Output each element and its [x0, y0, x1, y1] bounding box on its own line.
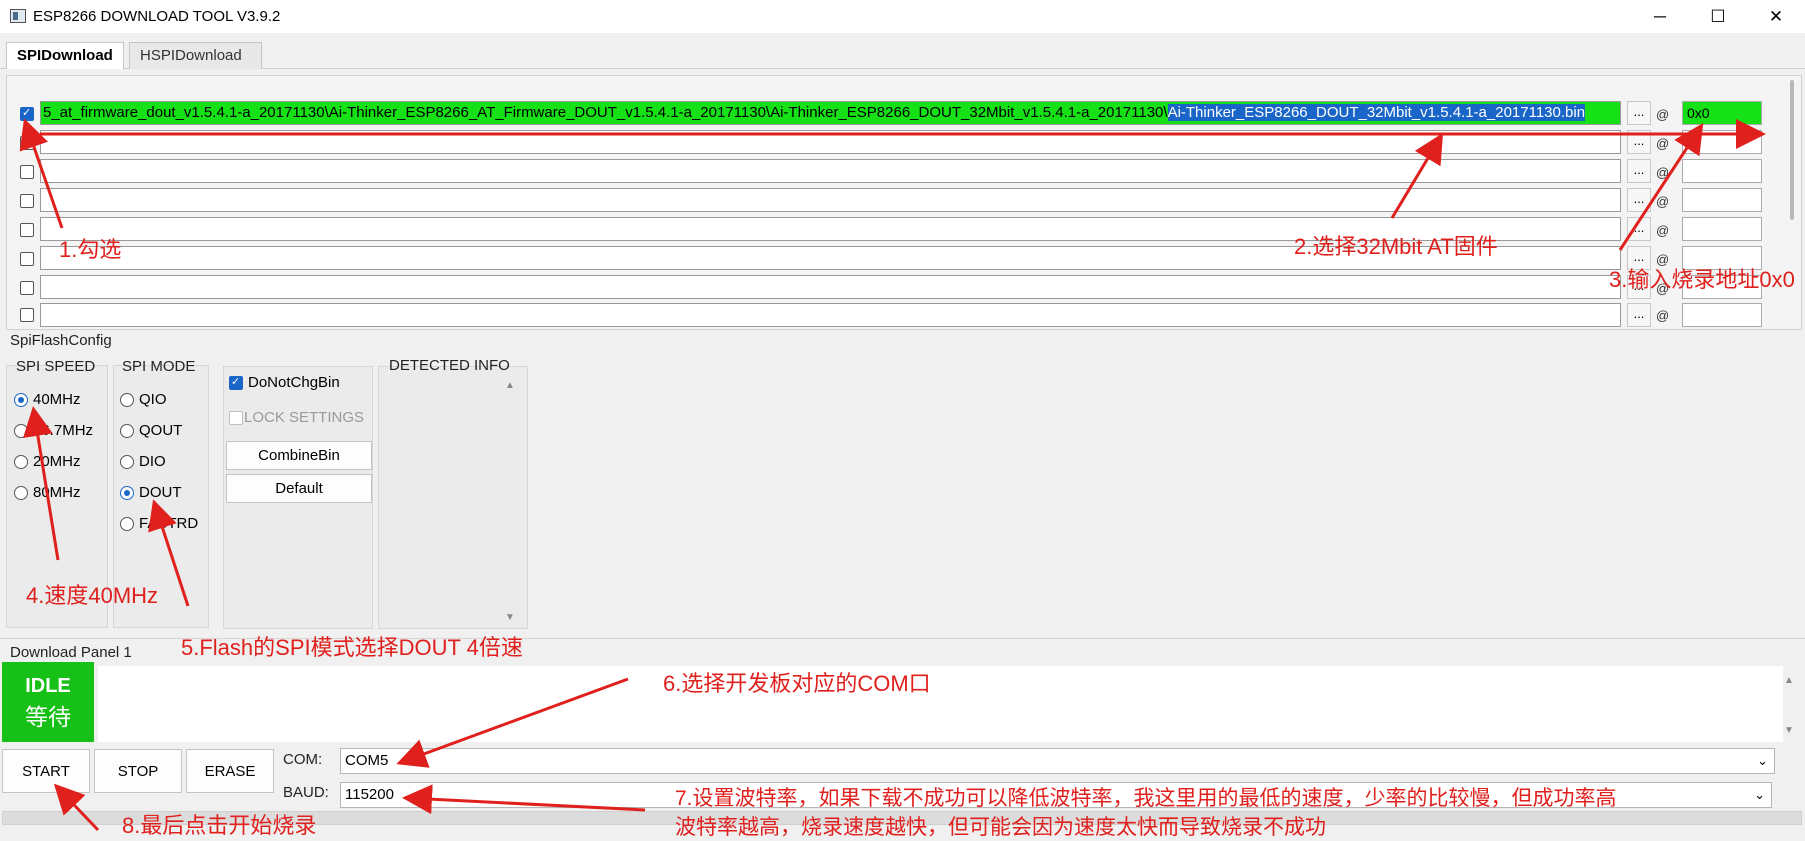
annotation-5: 5.Flash的SPI模式选择DOUT 4倍速 — [181, 635, 523, 660]
annotation-3: 3.输入烧录地址0x0 — [1609, 267, 1795, 292]
annotation-7b: 波特率越高，烧录速度越快，但可能会因为速度太快而导致烧录不成功 — [675, 816, 1326, 839]
arrow-8 — [53, 783, 100, 832]
arrow-4 — [23, 406, 60, 561]
annotation-arrows — [19, 118, 1766, 832]
annotation-8: 8.最后点击开始烧录 — [122, 813, 317, 838]
arrow-3 — [1618, 122, 1704, 251]
annotation-6: 6.选择开发板对应的COM口 — [663, 671, 931, 696]
arrow-1 — [19, 118, 64, 229]
app-window: ESP8266 DOWNLOAD TOOL V3.9.2 ─ ☐ ✕ SPIDo… — [0, 0, 1805, 841]
annotation-7a: 7.设置波特率，如果下载不成功可以降低波特率，我这里用的最低的速度，少率的比较慢… — [675, 787, 1617, 810]
arrow-5 — [148, 499, 190, 607]
annotation-1: 1.勾选 — [59, 237, 122, 262]
arrow-7 — [402, 784, 646, 815]
arrow-6 — [396, 677, 629, 768]
annotation-2: 2.选择32Mbit AT固件 — [1294, 234, 1498, 259]
annotation-4: 4.速度40MHz — [26, 583, 159, 608]
arrow-2b — [1390, 132, 1444, 219]
